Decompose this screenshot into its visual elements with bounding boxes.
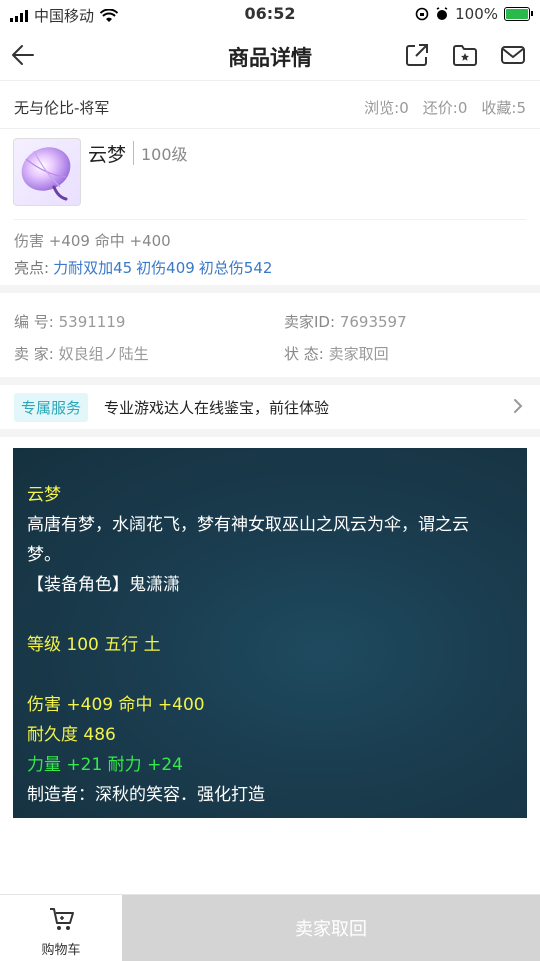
rotation-lock-icon — [415, 7, 429, 21]
bottom-bar: 购物车 卖家取回 — [0, 894, 540, 961]
desc-item-name: 云梦 — [27, 485, 61, 505]
desc-maker: 制造者：深秋的笑容．强化打造 — [27, 785, 265, 805]
listing-header: 无与伦比-将军 浏览:0 还价:0 收藏:5 — [0, 82, 540, 129]
seller-id-label: 卖家ID: — [284, 313, 336, 331]
views-count: 浏览:0 — [364, 99, 409, 117]
seller-row: 卖 家: 奴良组ノ陆生 — [14, 343, 149, 364]
desc-lore: 高唐有梦，水阔花飞，梦有神女取巫山之风云为伞，谓之云 — [27, 515, 469, 535]
item-name: 云梦 — [88, 144, 127, 166]
desc-durability: 耐久度 486 — [27, 725, 116, 745]
service-text: 专业游戏达人在线鉴宝，前往体验 — [104, 399, 330, 417]
item-thumbnail[interactable] — [13, 138, 81, 206]
divider — [14, 219, 526, 220]
favorites-count: 收藏:5 — [481, 99, 526, 117]
item-description-panel: 云梦 高唐有梦，水阔花飞，梦有神女取巫山之风云为伞，谓之云 梦。 【装备角色】鬼… — [13, 448, 527, 818]
status-bar: 中国移动 06:52 100% — [0, 0, 540, 30]
battery-icon — [504, 7, 533, 21]
highlights-label: 亮点: — [14, 259, 50, 277]
status-value: 卖家取回 — [328, 345, 389, 363]
umbrella-icon — [21, 147, 71, 201]
desc-stats: 伤害 +409 命中 +400 — [27, 695, 205, 715]
seller-id-row: 卖家ID: 7693597 — [284, 311, 407, 332]
battery-percent: 100% — [455, 5, 498, 23]
item-id-value: 5391119 — [58, 313, 126, 331]
folder-star-icon[interactable] — [452, 42, 478, 68]
highlight-tag: 初总伤542 — [198, 259, 273, 277]
cart-icon — [50, 908, 74, 930]
desc-lore: 梦。 — [27, 545, 61, 565]
seller-name: 奴良组ノ陆生 — [58, 345, 149, 363]
section-gap — [0, 377, 540, 385]
seller-retrieved-button: 卖家取回 — [122, 895, 540, 961]
item-stats: 伤害 +409 命中 +400 — [14, 232, 171, 250]
section-gap — [0, 429, 540, 437]
nav-bar: 商品详情 — [0, 30, 540, 81]
item-summary: 云梦 100级 伤害 +409 命中 +400 亮点: 力耐双加45 初伤409 初总… — [0, 130, 540, 285]
item-id-row: 编 号: 5391119 — [14, 311, 125, 332]
desc-role: 【装备角色】鬼潇潇 — [27, 575, 180, 595]
seller-label: 卖 家: — [14, 345, 54, 363]
status-label: 状 态: — [284, 345, 324, 363]
desc-bonus: 力量 +21 耐力 +24 — [27, 755, 183, 775]
status-row: 状 态: 卖家取回 — [284, 343, 389, 364]
chevron-right-icon — [514, 399, 523, 413]
bargains-count: 还价:0 — [422, 99, 468, 117]
cart-button[interactable]: 购物车 — [0, 895, 122, 961]
exclusive-service-row[interactable]: 专属服务 专业游戏达人在线鉴宝，前往体验 — [0, 385, 540, 429]
cart-label: 购物车 — [41, 943, 81, 958]
desc-level: 等级 100 五行 土 — [27, 635, 161, 655]
trade-info: 编 号: 5391119 卖家ID: 7693597 卖 家: 奴良组ノ陆生 状… — [0, 293, 540, 377]
section-gap — [0, 285, 540, 293]
item-highlights: 亮点: 力耐双加45 初伤409 初总伤542 — [14, 257, 272, 278]
item-level: 100级 — [133, 141, 188, 165]
mail-icon[interactable] — [500, 42, 526, 68]
service-tag: 专属服务 — [14, 393, 89, 422]
highlight-tag: 初伤409 — [136, 259, 195, 277]
item-id-label: 编 号: — [14, 313, 54, 331]
alarm-icon — [436, 7, 448, 20]
highlight-tag: 力耐双加45 — [53, 259, 133, 277]
seller-id-value: 7693597 — [339, 313, 407, 331]
share-icon[interactable] — [404, 42, 430, 68]
listing-title: 无与伦比-将军 — [14, 99, 110, 117]
